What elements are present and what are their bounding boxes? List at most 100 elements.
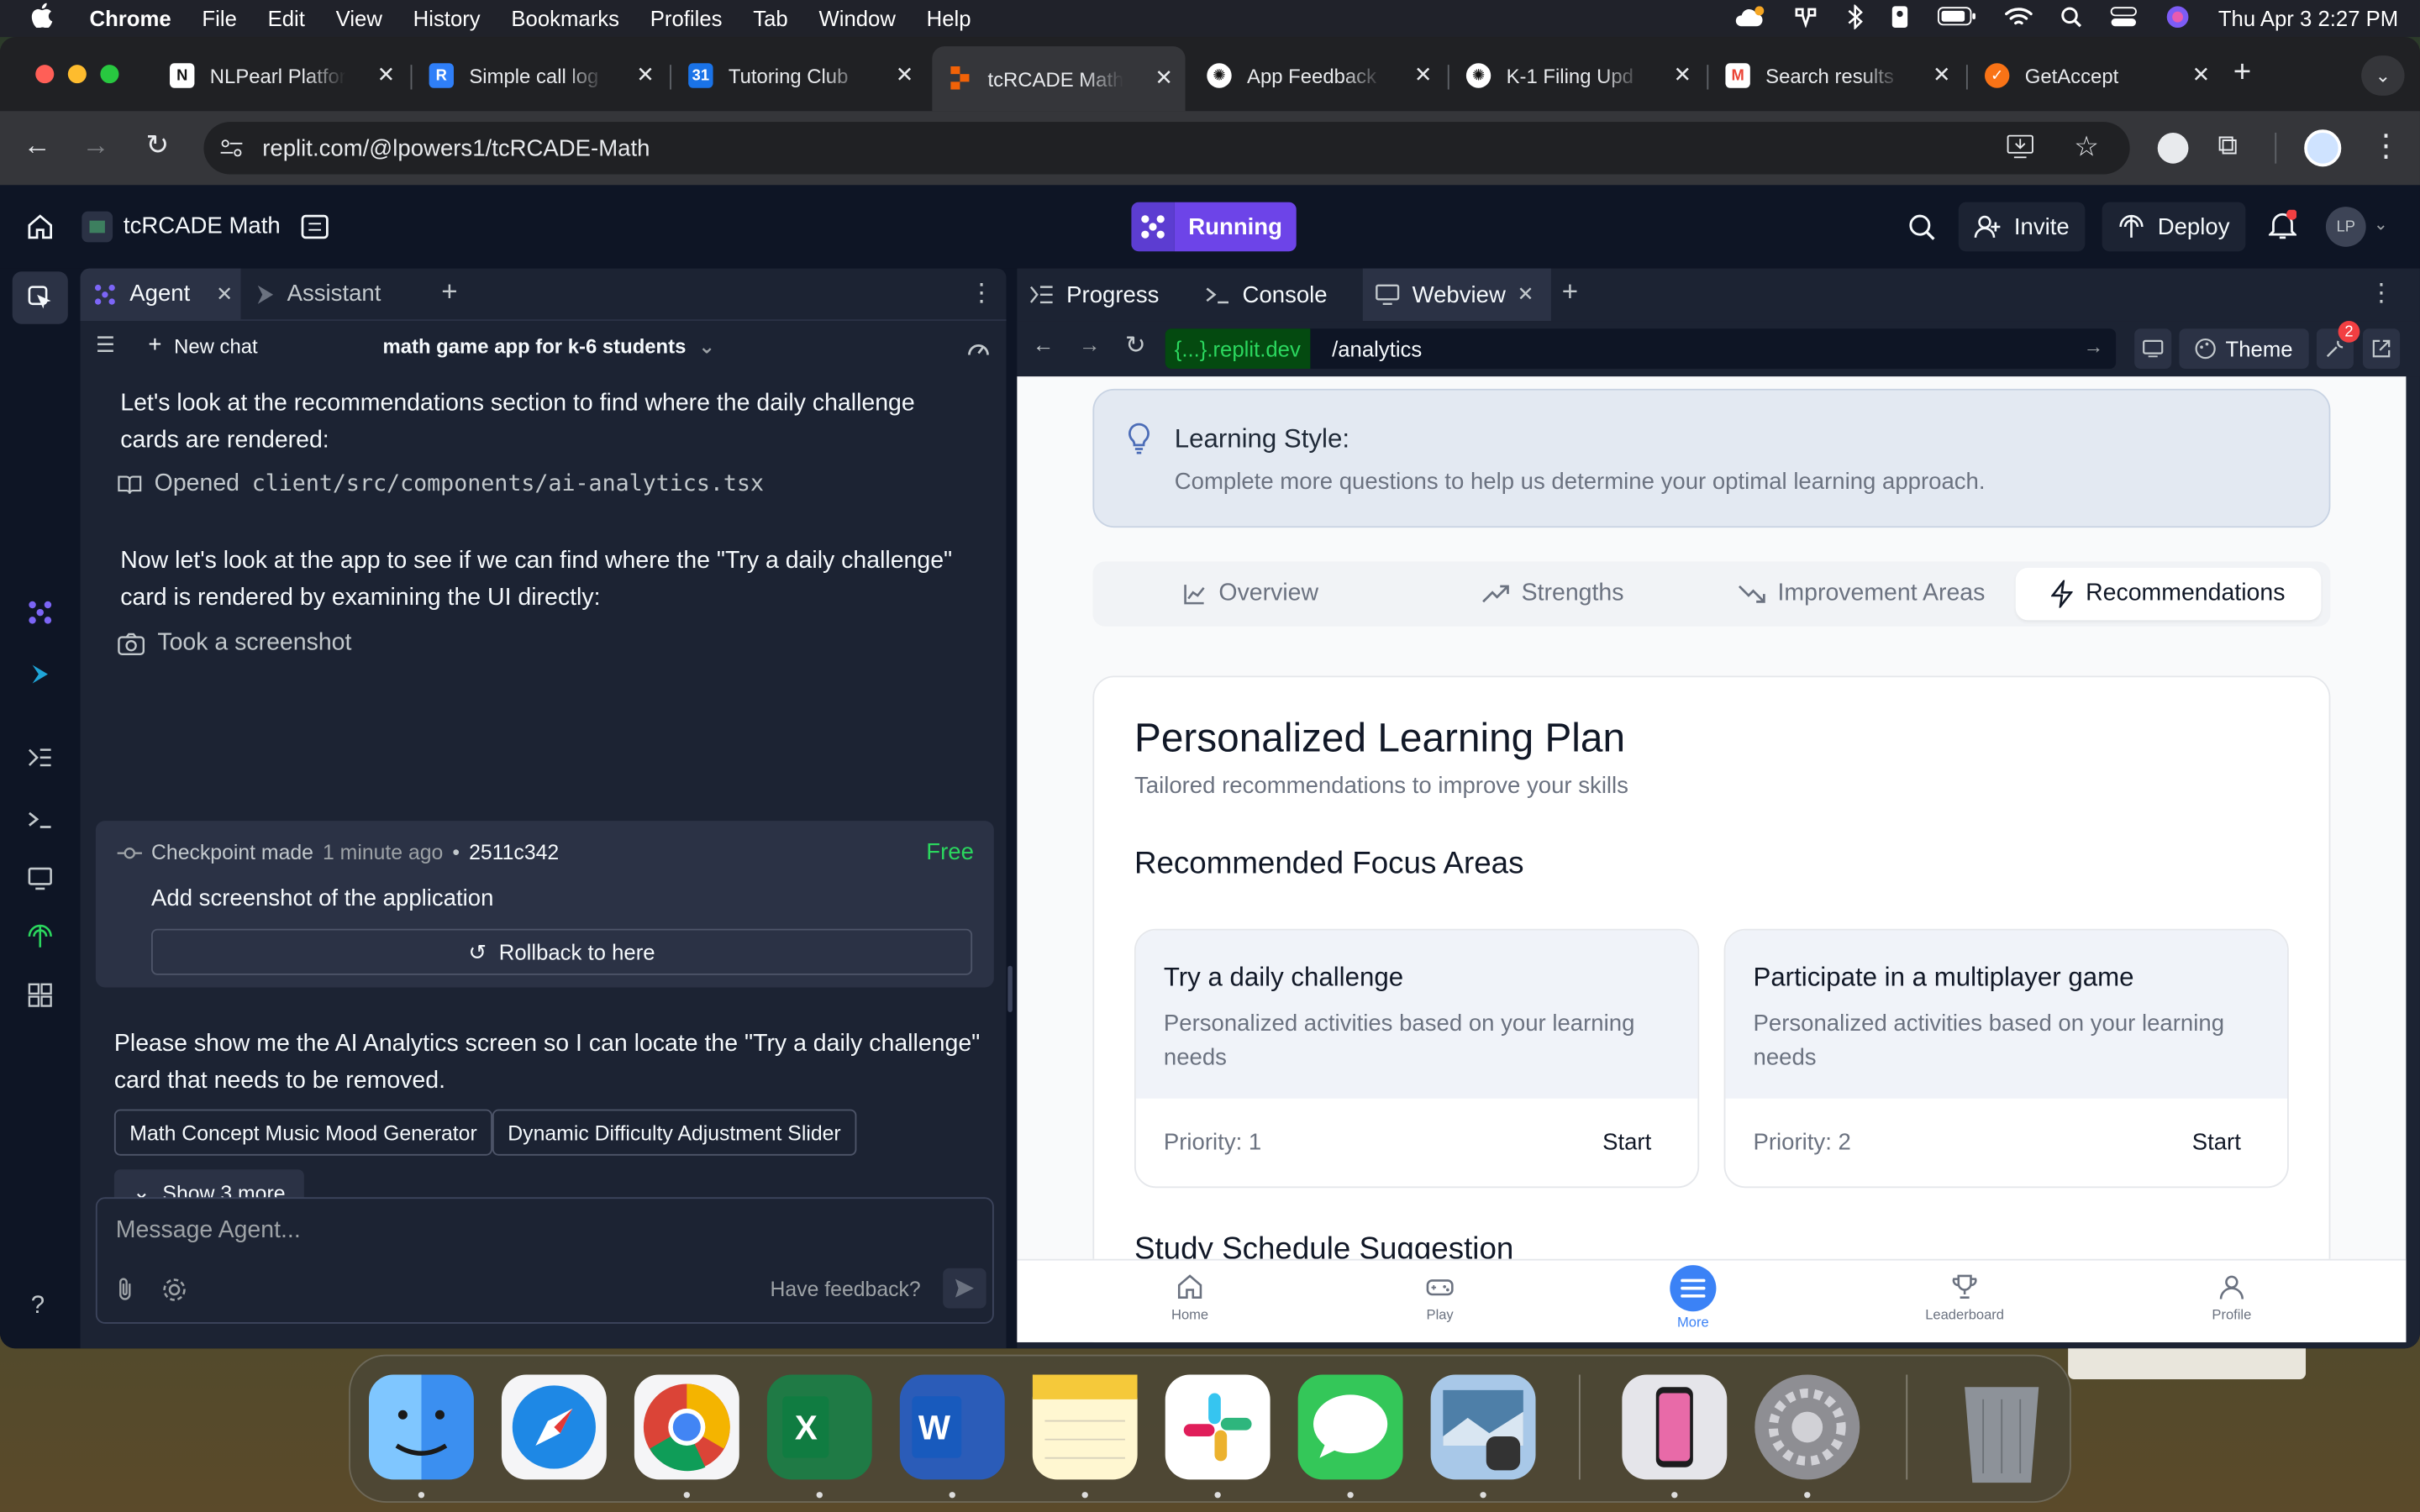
extension-1password-icon[interactable] bbox=[2157, 132, 2189, 164]
checkpoint-hash[interactable]: 2511c342 bbox=[469, 841, 559, 864]
chat-history-list-icon[interactable]: ☰ bbox=[96, 332, 115, 358]
finder-icon[interactable] bbox=[368, 1374, 474, 1480]
tab-overview[interactable]: Overview bbox=[1099, 568, 1402, 620]
menu-help[interactable]: Help bbox=[927, 6, 971, 30]
console-icon[interactable] bbox=[26, 806, 54, 833]
address-bar[interactable]: replit.com/@lpowers1/tcRCADE-Math ☆ bbox=[203, 122, 2130, 175]
rollback-button[interactable]: ↺ Rollback to here bbox=[150, 928, 973, 975]
reload-icon[interactable]: ↻ bbox=[139, 129, 176, 162]
close-window-button[interactable] bbox=[35, 65, 55, 84]
tab-search-icon[interactable]: ⌄ bbox=[2361, 55, 2405, 96]
close-tab-icon[interactable]: ✕ bbox=[636, 61, 655, 87]
spotlight-search-icon[interactable] bbox=[2060, 5, 2082, 31]
browser-tab[interactable]: R Simple call log ✕ bbox=[413, 52, 666, 98]
paperclip-icon[interactable] bbox=[116, 1276, 134, 1309]
help-icon[interactable]: ? bbox=[31, 1293, 45, 1320]
word-icon[interactable]: W bbox=[899, 1374, 1005, 1480]
send-button[interactable] bbox=[943, 1268, 986, 1309]
new-tab-icon[interactable]: + bbox=[2233, 55, 2251, 91]
tab-progress[interactable]: Progress bbox=[1017, 269, 1192, 321]
close-tab-icon[interactable]: ✕ bbox=[2192, 61, 2211, 87]
speed-gauge-icon[interactable] bbox=[966, 336, 991, 360]
battery-icon[interactable] bbox=[1938, 6, 1978, 30]
search-icon[interactable] bbox=[1907, 213, 1935, 248]
wifi-icon[interactable] bbox=[2005, 5, 2033, 31]
bluetooth-icon[interactable] bbox=[1848, 3, 1864, 34]
chrome-icon[interactable] bbox=[634, 1374, 739, 1480]
control-center-icon[interactable] bbox=[2110, 5, 2138, 31]
close-tab-icon[interactable]: ✕ bbox=[377, 61, 396, 87]
browser-tab[interactable]: ✓ GetAccept ✕ bbox=[1970, 52, 2223, 98]
close-tab-icon[interactable]: ✕ bbox=[1517, 282, 1534, 307]
project-title[interactable]: tcRCADE Math bbox=[124, 213, 281, 239]
opened-file-action[interactable]: Opened client/src/components/ai-analytic… bbox=[118, 470, 764, 498]
trash-icon[interactable] bbox=[1949, 1374, 2054, 1483]
browser-tab-active[interactable]: tcRCADE Math ✕ bbox=[932, 46, 1186, 112]
invite-button[interactable]: Invite bbox=[1958, 202, 2086, 252]
progress-icon[interactable] bbox=[26, 743, 54, 771]
tab-agent[interactable]: Agent bbox=[92, 281, 190, 307]
nav-more[interactable]: More bbox=[1647, 1265, 1739, 1330]
close-tab-icon[interactable]: ✕ bbox=[1673, 61, 1691, 87]
cloud-icon[interactable] bbox=[1733, 5, 1765, 31]
webview-icon[interactable] bbox=[26, 864, 54, 892]
profile-avatar[interactable] bbox=[2304, 129, 2342, 167]
open-new-tab-button[interactable] bbox=[2362, 328, 2401, 369]
nav-play[interactable]: Play bbox=[1394, 1267, 1486, 1322]
browser-tab[interactable]: M Search results ✕ bbox=[1710, 52, 1963, 98]
nav-profile[interactable]: Profile bbox=[2186, 1267, 2278, 1322]
feedback-link[interactable]: Have feedback? bbox=[771, 1278, 921, 1301]
browser-tab[interactable]: ✺ App Feedback ✕ bbox=[1192, 52, 1444, 98]
system-settings-icon[interactable] bbox=[1754, 1374, 1860, 1480]
suggestion-chip[interactable]: Dynamic Difficulty Adjustment Slider bbox=[492, 1109, 857, 1156]
all-tools-grid-icon[interactable] bbox=[26, 981, 54, 1009]
menubar-datetime[interactable]: Thu Apr 3 2:27 PM bbox=[2218, 6, 2398, 30]
apple-menu-icon[interactable] bbox=[31, 2, 59, 35]
start-button[interactable]: Start bbox=[1602, 1129, 1651, 1155]
back-arrow-icon[interactable]: ← bbox=[1033, 332, 1055, 356]
notes-icon[interactable] bbox=[1032, 1374, 1138, 1480]
tab-assistant[interactable]: Assistant bbox=[256, 281, 381, 307]
install-app-icon[interactable] bbox=[2007, 134, 2034, 165]
zoom-window-button[interactable] bbox=[100, 65, 119, 84]
close-tab-icon[interactable]: ✕ bbox=[896, 61, 914, 87]
minimize-window-button[interactable] bbox=[67, 65, 87, 84]
tab-console[interactable]: Console bbox=[1193, 269, 1363, 321]
reload-icon[interactable]: ↻ bbox=[1125, 330, 1146, 361]
home-icon[interactable] bbox=[26, 213, 54, 248]
deploy-button[interactable]: Deploy bbox=[2102, 202, 2245, 252]
run-button[interactable]: Running bbox=[1131, 202, 1297, 252]
extensions-puzzle-icon[interactable]: ⧉ bbox=[2217, 129, 2238, 162]
message-input-box[interactable]: Message Agent... Have feedback? bbox=[95, 1197, 994, 1324]
workspace-tools-icon[interactable] bbox=[26, 284, 54, 312]
panel-menu-icon[interactable]: ⋮ bbox=[2369, 278, 2393, 309]
theme-button[interactable]: Theme bbox=[2179, 328, 2308, 369]
go-arrow-icon[interactable]: → bbox=[2084, 335, 2104, 359]
excel-icon[interactable]: X bbox=[766, 1374, 872, 1480]
bookmark-star-icon[interactable]: ☆ bbox=[2074, 131, 2099, 164]
devtools-button[interactable]: 2 bbox=[2316, 321, 2360, 369]
panel-resize-handle[interactable] bbox=[1007, 965, 1013, 1012]
suggestion-chip[interactable]: Math Concept Music Mood Generator bbox=[113, 1109, 493, 1156]
forward-arrow-icon[interactable]: → bbox=[77, 129, 114, 162]
back-arrow-icon[interactable]: ← bbox=[18, 129, 55, 162]
menu-window[interactable]: Window bbox=[818, 6, 895, 30]
browser-tab[interactable]: ✺ K-1 Filing Upd ✕ bbox=[1450, 52, 1703, 98]
close-tab-icon[interactable]: ✕ bbox=[1155, 65, 1173, 91]
siri-icon[interactable] bbox=[2165, 4, 2190, 34]
chat-title-dropdown[interactable]: math game app for k-6 students ⌄ bbox=[383, 335, 716, 360]
screenshot-action[interactable]: Took a screenshot bbox=[118, 629, 351, 657]
chevron-down-icon[interactable]: ⌄ bbox=[2374, 214, 2388, 234]
files-panel-icon[interactable] bbox=[299, 212, 330, 250]
menu-tab[interactable]: Tab bbox=[753, 6, 787, 30]
close-tab-icon[interactable]: ✕ bbox=[1414, 61, 1433, 87]
settings-gear-icon[interactable] bbox=[162, 1278, 187, 1310]
menu-history[interactable]: History bbox=[413, 6, 481, 30]
slack-icon[interactable] bbox=[1165, 1374, 1270, 1480]
menu-file[interactable]: File bbox=[202, 6, 236, 30]
menu-edit[interactable]: Edit bbox=[268, 6, 305, 30]
message-input[interactable]: Message Agent... bbox=[116, 1217, 301, 1245]
controller-icon[interactable] bbox=[1792, 5, 1820, 31]
notifications-bell-icon[interactable] bbox=[2267, 208, 2298, 249]
nav-home[interactable]: Home bbox=[1144, 1267, 1236, 1322]
